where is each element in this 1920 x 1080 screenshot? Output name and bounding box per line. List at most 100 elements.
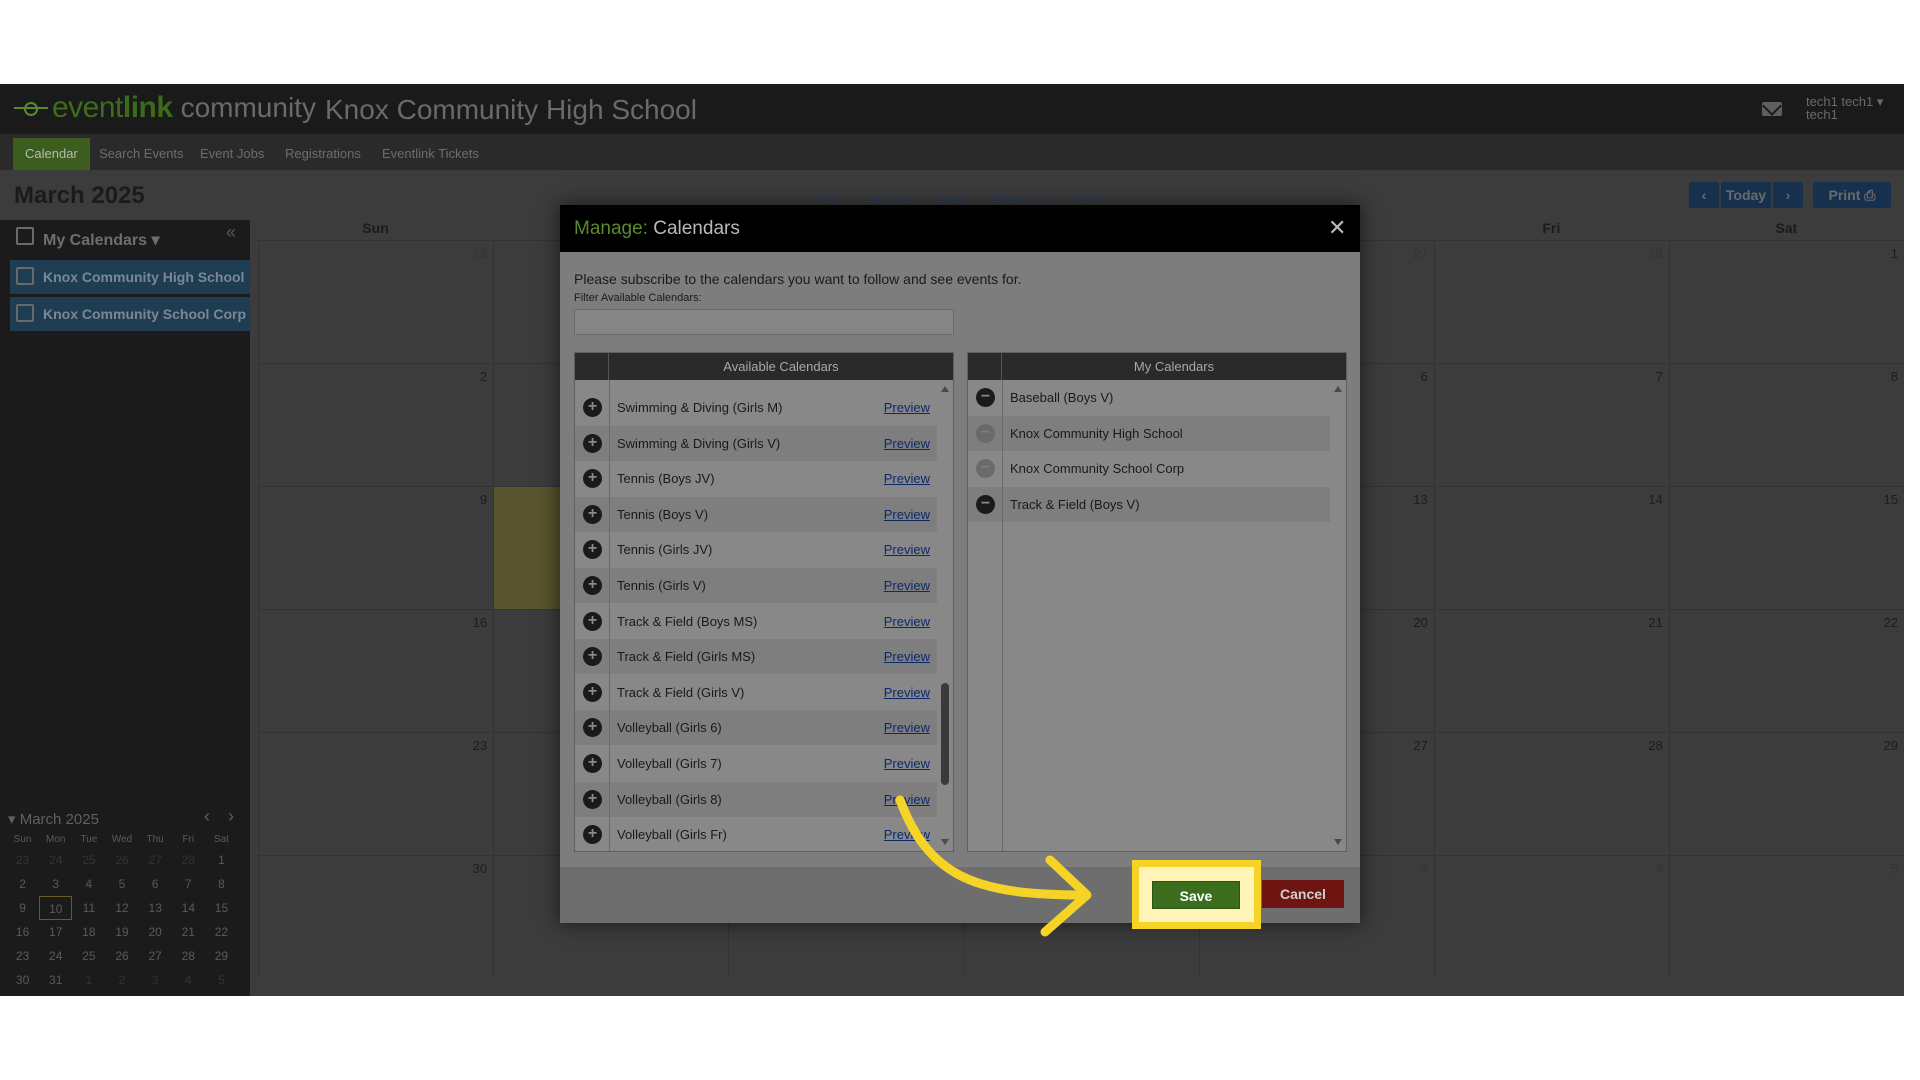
mini-day[interactable]: 26 [105,848,138,872]
mini-day[interactable]: 6 [139,872,172,896]
mini-day[interactable]: 17 [39,920,72,944]
mini-day[interactable]: 5 [205,968,238,992]
collapse-sidebar-icon[interactable]: « [226,222,236,243]
nav-registrations[interactable]: Registrations [273,138,373,170]
calendar-day-cell[interactable]: 2 [258,363,494,486]
mini-day[interactable]: 7 [172,872,205,896]
add-calendar-icon[interactable]: + [583,718,602,738]
mini-day[interactable]: 24 [39,944,72,968]
mini-day[interactable]: 30 [6,968,39,992]
view-week-list[interactable]: Week List [991,190,1048,205]
preview-link[interactable]: Preview [884,614,930,629]
add-calendar-icon[interactable]: + [583,540,602,560]
preview-link[interactable]: Preview [884,756,930,771]
calendar-checkbox[interactable] [16,304,34,322]
mini-day[interactable]: 28 [172,848,205,872]
calendar-day-cell[interactable]: 23 [258,240,494,363]
mini-prev-icon[interactable]: ‹ [204,806,210,827]
mini-day[interactable]: 13 [139,896,172,920]
calendar-day-cell[interactable]: 15 [1668,486,1904,609]
sidebar-item-knox-school-corp[interactable]: Knox Community School Corp [10,297,250,331]
save-button[interactable]: Save [1152,881,1240,909]
mini-next-icon[interactable]: › [228,806,234,827]
available-scrollbar[interactable] [937,380,953,851]
scroll-thumb[interactable] [941,683,949,785]
remove-calendar-icon[interactable]: − [976,494,995,514]
mini-day[interactable]: 3 [39,872,72,896]
my-calendars-checkbox[interactable] [16,227,34,245]
mail-icon[interactable] [1762,102,1782,116]
view-week[interactable]: Week [934,190,967,205]
calendar-checkbox[interactable] [16,267,34,285]
calendar-day-cell[interactable]: 7 [1433,363,1669,486]
mini-day[interactable]: 4 [172,968,205,992]
calendar-day-cell[interactable]: 9 [258,486,494,609]
user-menu[interactable]: tech1 tech1 ▾ tech1 [1806,95,1883,121]
view-day[interactable]: Day [817,190,840,205]
view-month[interactable]: Month [1071,190,1107,205]
print-button[interactable]: Print ⎙ [1813,182,1891,208]
mini-day[interactable]: 31 [39,968,72,992]
preview-link[interactable]: Preview [884,649,930,664]
mini-day[interactable]: 28 [172,944,205,968]
calendar-day-cell[interactable]: 28 [1433,240,1669,363]
mini-day[interactable]: 20 [139,920,172,944]
mini-day[interactable]: 2 [105,968,138,992]
add-calendar-icon[interactable]: + [583,504,602,524]
mini-day[interactable]: 25 [72,848,105,872]
add-calendar-icon[interactable]: + [583,433,602,453]
mini-day[interactable]: 14 [172,896,205,920]
remove-calendar-icon[interactable]: − [976,388,995,407]
mini-day[interactable]: 24 [39,848,72,872]
nav-event-jobs[interactable]: Event Jobs [188,138,276,170]
mini-day[interactable]: 9 [6,896,39,920]
calendar-day-cell[interactable]: 21 [1433,609,1669,732]
mini-day[interactable]: 18 [72,920,105,944]
add-calendar-icon[interactable]: + [583,469,602,489]
my-calendars-header[interactable]: My Calendars ▾ [43,230,160,250]
calendar-day-cell[interactable]: 23 [258,732,494,855]
mini-day[interactable]: 25 [72,944,105,968]
calendar-day-cell[interactable]: 22 [1668,609,1904,732]
mini-day[interactable]: 11 [72,896,105,920]
close-icon[interactable]: ✕ [1328,215,1346,241]
calendar-day-cell[interactable]: 4 [1433,855,1669,978]
cancel-button[interactable]: Cancel [1262,880,1344,908]
preview-link[interactable]: Preview [884,720,930,735]
preview-link[interactable]: Preview [884,685,930,700]
add-calendar-icon[interactable]: + [583,754,602,773]
sidebar-item-knox-high-school[interactable]: Knox Community High School [10,260,250,294]
mini-day[interactable]: 23 [6,944,39,968]
calendar-day-cell[interactable]: 29 [1668,732,1904,855]
mini-day[interactable]: 19 [105,920,138,944]
calendar-day-cell[interactable]: 28 [1433,732,1669,855]
add-calendar-icon[interactable]: + [583,611,602,631]
mini-day[interactable]: 29 [205,944,238,968]
mini-day[interactable]: 12 [105,896,138,920]
scroll-down-icon[interactable] [1334,839,1342,845]
mini-day[interactable]: 1 [72,968,105,992]
mini-day[interactable]: 27 [139,848,172,872]
mini-day[interactable]: 10 [39,896,73,920]
mini-calendar-title[interactable]: ▾ March 2025 [8,810,99,828]
nav-search-events[interactable]: Search Events [87,138,196,170]
mini-day[interactable]: 3 [139,968,172,992]
my-calendars-scrollbar[interactable] [1330,380,1346,851]
add-calendar-icon[interactable]: + [583,825,602,845]
today-button[interactable]: Today [1721,182,1771,208]
mini-day[interactable]: 23 [6,848,39,872]
view-day-list[interactable]: Day List [864,190,911,205]
mini-day[interactable]: 22 [205,920,238,944]
calendar-day-cell[interactable]: 14 [1433,486,1669,609]
preview-link[interactable]: Preview [884,436,930,451]
calendar-day-cell[interactable]: 5 [1668,855,1904,978]
nav-calendar[interactable]: Calendar [13,138,90,170]
preview-link[interactable]: Preview [884,471,930,486]
mini-day[interactable]: 16 [6,920,39,944]
preview-link[interactable]: Preview [884,507,930,522]
add-calendar-icon[interactable]: + [583,647,602,667]
add-calendar-icon[interactable]: + [583,576,602,595]
eventlink-logo[interactable]: eventlink community [14,90,316,126]
mini-day[interactable]: 26 [105,944,138,968]
mini-day[interactable]: 4 [72,872,105,896]
